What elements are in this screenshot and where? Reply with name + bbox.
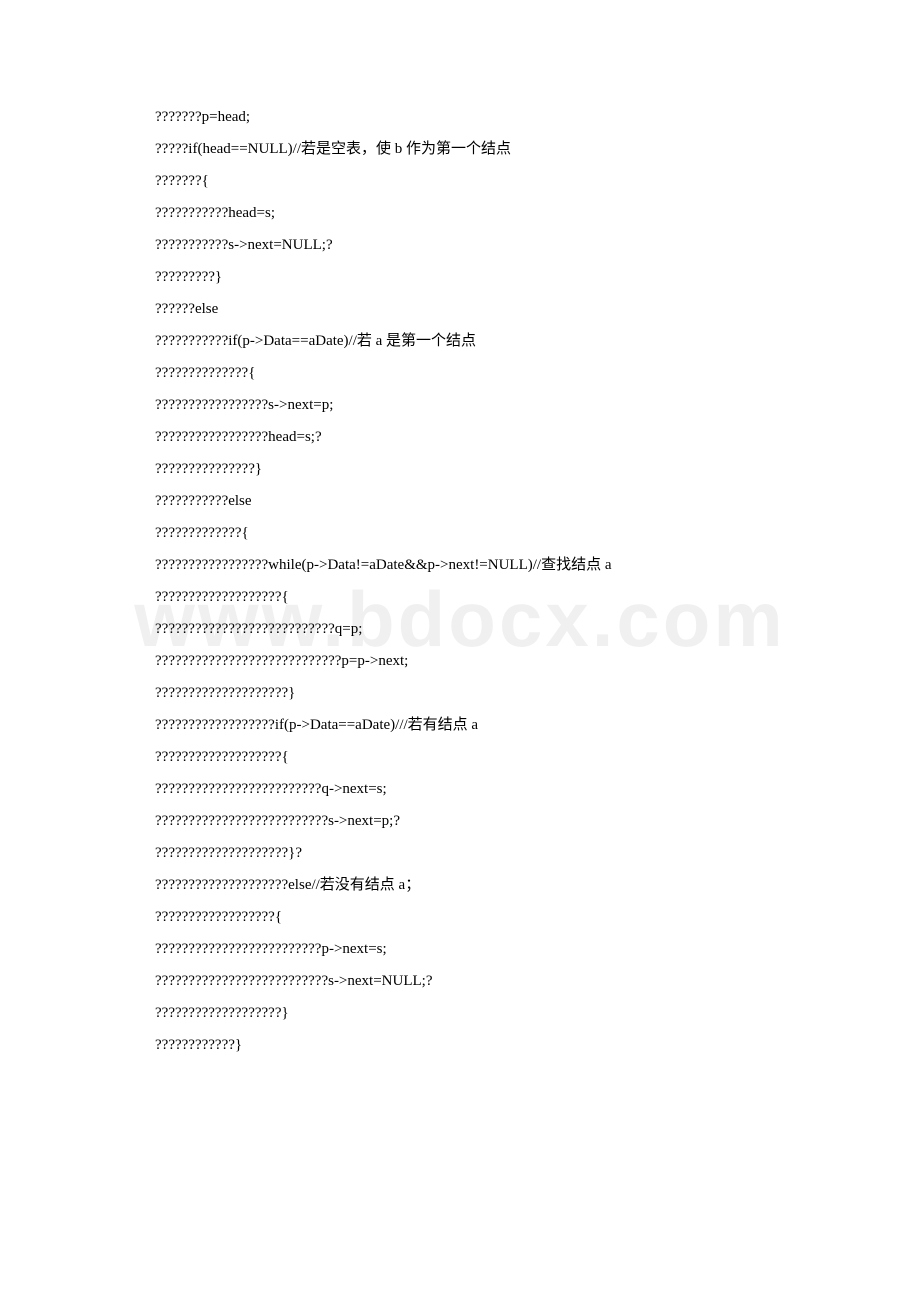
code-line: ???????????????????}: [155, 1006, 765, 1021]
code-line: ?????????????{: [155, 526, 765, 541]
code-line: ???????????if(p->Data==aDate)//若 a 是第一个结…: [155, 334, 765, 349]
code-line: ?????????????????????????q->next=s;: [155, 782, 765, 797]
code-line: ??????????????????????????s->next=p;?: [155, 814, 765, 829]
code-content: ???????p=head; ?????if(head==NULL)//若是空表…: [155, 110, 765, 1053]
code-line: ????????????????????}?: [155, 846, 765, 861]
code-line: ???????????????????{: [155, 590, 765, 605]
code-line: ??????????????{: [155, 366, 765, 381]
code-line: ??????else: [155, 302, 765, 317]
code-line: ?????????????????????????p->next=s;: [155, 942, 765, 957]
code-line: ???????????head=s;: [155, 206, 765, 221]
code-line: ?????????????????head=s;?: [155, 430, 765, 445]
code-line: ?????????????????s->next=p;: [155, 398, 765, 413]
code-line: ????????????????????else//若没有结点 a；: [155, 878, 765, 893]
code-line: ???????????????????{: [155, 750, 765, 765]
code-line: ?????????}: [155, 270, 765, 285]
code-line: ????????????}: [155, 1038, 765, 1053]
code-line: ???????{: [155, 174, 765, 189]
code-line: ??????????????????if(p->Data==aDate)///若…: [155, 718, 765, 733]
code-line: ???????????else: [155, 494, 765, 509]
code-line: ????????????????????????????p=p->next;: [155, 654, 765, 669]
code-line: ???????????????????????????q=p;: [155, 622, 765, 637]
code-line: ????????????????????}: [155, 686, 765, 701]
code-line: ???????p=head;: [155, 110, 765, 125]
code-line: ???????????????}: [155, 462, 765, 477]
code-line: ?????????????????while(p->Data!=aDate&&p…: [155, 558, 765, 573]
code-line: ???????????s->next=NULL;?: [155, 238, 765, 253]
code-line: ??????????????????{: [155, 910, 765, 925]
code-line: ??????????????????????????s->next=NULL;?: [155, 974, 765, 989]
code-line: ?????if(head==NULL)//若是空表，使 b 作为第一个结点: [155, 142, 765, 157]
